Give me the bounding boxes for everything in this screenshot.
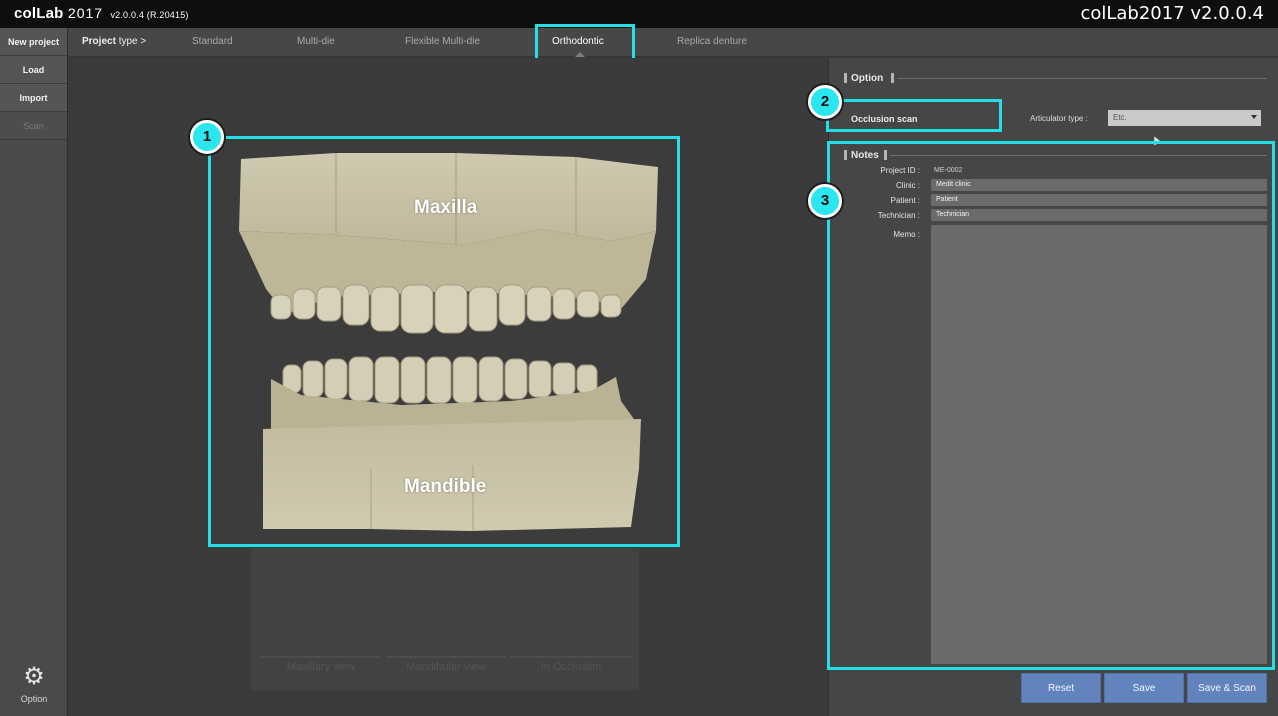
tab-multi-die[interactable]: Multi-die xyxy=(297,36,335,47)
logo-name: colLab xyxy=(14,5,64,22)
option-label: Option xyxy=(20,694,48,704)
option-button[interactable]: ⚙ Option xyxy=(0,663,68,705)
project-type-suffix: type > xyxy=(118,36,147,47)
maxillary-view-button[interactable]: Maxillary view xyxy=(261,656,381,676)
tab-flexible-multi-die[interactable]: Flexible Multi-die xyxy=(405,36,480,47)
option-header: Option xyxy=(851,73,884,84)
reset-button[interactable]: Reset xyxy=(1021,673,1101,703)
project-type-lead: Project xyxy=(82,36,116,47)
save-button[interactable]: Save xyxy=(1104,673,1184,703)
option-header-line xyxy=(897,78,1267,79)
save-and-scan-button[interactable]: Save & Scan xyxy=(1187,673,1267,703)
new-project-button[interactable]: New project xyxy=(0,28,67,56)
callout-badge-1: 1 xyxy=(190,120,224,154)
option-header-left-tick xyxy=(844,73,847,83)
option-header-right-tick xyxy=(891,73,894,83)
highlight-occlusion-scan xyxy=(826,99,1002,132)
tab-standard[interactable]: Standard xyxy=(192,36,233,47)
highlight-orthodontic-tab xyxy=(535,24,635,61)
articulator-type-label: Articulator type : xyxy=(1030,114,1088,123)
articulator-type-value: Etc. xyxy=(1113,113,1127,122)
project-type-label: Project type > xyxy=(82,36,146,47)
callout-badge-3: 3 xyxy=(808,184,842,218)
in-occlusion-button[interactable]: In Occlusion xyxy=(511,656,631,676)
title-bar: colLab 2017 v2.0.0.4 (R.20415) colLab201… xyxy=(0,0,1278,28)
logo-year: 2017 xyxy=(67,5,104,21)
load-button[interactable]: Load xyxy=(0,56,67,84)
window-title: colLab2017 v2.0.0.4 xyxy=(1080,3,1264,24)
callout-badge-2: 2 xyxy=(808,85,842,119)
dropdown-arrow-icon xyxy=(1251,115,1257,119)
project-type-bar: Project type > Standard Multi-die Flexib… xyxy=(68,28,1278,57)
tab-replica-denture[interactable]: Replica denture xyxy=(677,36,747,47)
app-logo: colLab 2017 v2.0.0.4 (R.20415) xyxy=(14,5,189,22)
highlight-model-preview xyxy=(208,136,680,547)
scan-button: Scan xyxy=(0,112,67,140)
logo-version: v2.0.0.4 (R.20415) xyxy=(110,10,189,20)
mandibular-view-button[interactable]: Mandibular view xyxy=(386,656,506,676)
sidebar: New project Load Import Scan ⚙ Option xyxy=(0,28,68,716)
highlight-notes xyxy=(827,141,1275,670)
gear-icon: ⚙ xyxy=(23,663,45,690)
articulator-type-select[interactable]: Etc. xyxy=(1108,110,1261,126)
import-button[interactable]: Import xyxy=(0,84,67,112)
